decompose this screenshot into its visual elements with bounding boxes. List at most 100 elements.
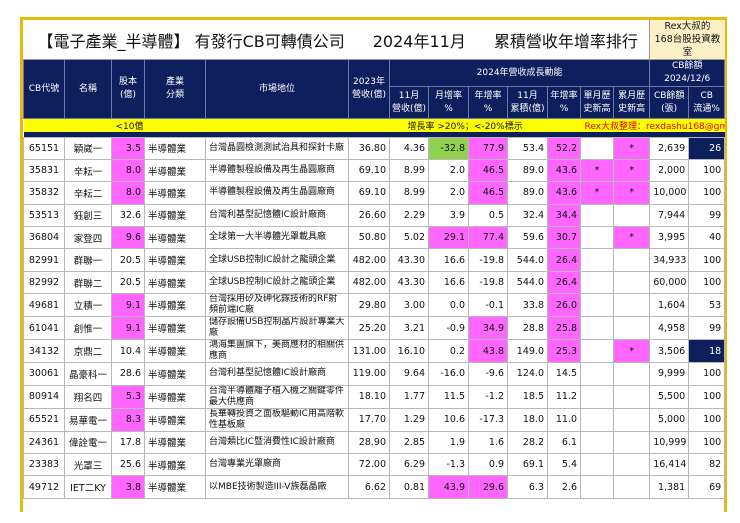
cell-cb-balance: 2,000 (649, 158, 690, 183)
cell-cum-yoy: 43.6 (547, 158, 581, 183)
cell-mom: -0.9 (428, 316, 469, 341)
cell-single-high: * (580, 158, 614, 183)
cell-cum: 53.4 (507, 136, 548, 160)
cell-cb-float: 69 (688, 475, 726, 499)
cell-rev2023: 29.80 (348, 293, 390, 318)
cell-nov-rev: 1.29 (389, 407, 429, 432)
cell-capital: 3.8 (111, 475, 145, 499)
cell-industry: 半導體業 (144, 203, 206, 228)
cell-yoy: 46.5 (468, 158, 508, 183)
cell-capital: 9.6 (111, 226, 145, 250)
cell-cum-high (612, 453, 651, 477)
header-position: 市場地位 (205, 59, 349, 119)
table-row: 80914 翔名四 5.3 半導體業 台灣半導體離子植入機之關鍵零件最大供應商 18.10… (23, 384, 726, 409)
cell-cum-high: * (612, 226, 651, 250)
cell-cum-high (612, 362, 651, 386)
cell-single-high (580, 316, 614, 341)
cell-cum-high (612, 203, 651, 228)
cell-yoy: -9.6 (468, 362, 508, 386)
cell-mom: 10.6 (428, 407, 469, 432)
cell-cum-high (612, 270, 651, 295)
cell-nov-rev: 43.30 (389, 248, 429, 272)
cell-capital: 28.6 (111, 362, 145, 386)
cell-name: 立積一 (64, 293, 112, 318)
cell-single-high (580, 453, 614, 477)
cell-code: 24361 (23, 430, 65, 455)
cell-name: 辛耘一 (64, 158, 112, 183)
cell-name: 穎崴一 (64, 136, 112, 160)
cell-industry: 半導體業 (144, 226, 206, 250)
report-title: 【電子產業_半導體】 有發行CB可轉債公司 2024年11月 累積營收年增率排行 (23, 20, 650, 60)
cell-cb-float: 100 (688, 158, 726, 183)
cell-single-high (580, 475, 614, 499)
cell-rev2023: 482.00 (348, 270, 390, 295)
cell-cum: 59.6 (507, 226, 548, 250)
header-growth-group: 2024年營收成長動能 (388, 59, 651, 87)
cell-name: 創惟一 (64, 316, 112, 341)
cell-single-high (580, 293, 614, 318)
cell-single-high (580, 270, 614, 295)
cell-single-high (580, 203, 614, 228)
cell-position: 台灣半導體離子植入機之關鍵零件最大供應商 (205, 384, 349, 409)
table-row: 49712 IET二KY 3.8 半導體業 以MBE技術製造III-V族磊晶廠 6.62 0… (23, 475, 726, 499)
header-rev2023: 2023年 營收(億) (348, 59, 390, 119)
cell-cum-yoy: 52.2 (547, 136, 581, 160)
cell-cb-balance: 9,999 (649, 362, 690, 386)
cell-industry: 半導體業 (144, 430, 206, 455)
cell-cum: 18.0 (507, 407, 548, 432)
table-row: 23383 光罩三 25.6 半導體業 台灣專業光罩廠商 72.00 6.29 -1.3 0.9… (23, 453, 726, 477)
cell-position: 全球USB控制IC設計之龍頭企業 (205, 248, 349, 272)
cell-cb-float: 100 (688, 362, 726, 386)
cell-cb-balance: 10,000 (649, 181, 690, 205)
cell-industry: 半導體業 (144, 248, 206, 272)
cell-rev2023: 26.60 (348, 203, 390, 228)
cell-yoy: -1.2 (468, 384, 508, 409)
cell-cb-balance: 10,999 (649, 430, 690, 455)
cell-rev2023: 482.00 (348, 248, 390, 272)
cell-code: 35831 (23, 158, 65, 183)
cell-name: 鈺創三 (64, 203, 112, 228)
cell-mom: 3.9 (428, 203, 469, 228)
cell-nov-rev: 8.99 (389, 158, 429, 183)
cell-cb-float: 100 (688, 384, 726, 409)
cell-capital: 32.6 (111, 203, 145, 228)
cell-capital: 25.6 (111, 453, 145, 477)
cell-rev2023: 25.20 (348, 316, 390, 341)
cell-rev2023: 17.70 (348, 407, 390, 432)
header-code: CB代號 (23, 59, 65, 119)
cell-cb-balance: 3,506 (649, 339, 690, 364)
cell-rev2023: 6.62 (348, 475, 390, 499)
table-row: 34132 京鼎二 10.4 半導體業 鴻海集團旗下，美商應材的相關供應商 131.00 1… (23, 339, 726, 364)
cell-industry: 半導體業 (144, 453, 206, 477)
cell-name: 光罩三 (64, 453, 112, 477)
cell-yoy: -17.3 (468, 407, 508, 432)
cell-cum-high (612, 384, 651, 409)
cell-cb-float: 82 (688, 453, 726, 477)
cell-single-high: * (580, 181, 614, 205)
cell-nov-rev: 8.99 (389, 181, 429, 205)
table-row: 82992 群聯二 20.5 半導體業 全球USB控制IC設計之龍頭企業 482.00 43… (23, 270, 726, 295)
cell-industry: 半導體業 (144, 181, 206, 205)
cell-nov-rev: 43.30 (389, 270, 429, 295)
cell-cum-yoy: 14.5 (547, 362, 581, 386)
cell-industry: 半導體業 (144, 407, 206, 432)
cell-mom: -32.8 (428, 136, 469, 160)
cell-mom: 0.0 (428, 293, 469, 318)
cell-rev2023: 36.80 (348, 136, 390, 160)
cell-cum: 18.5 (507, 384, 548, 409)
cell-yoy: 34.9 (468, 316, 508, 341)
table-row: 35831 辛耘一 8.0 半導體業 半導體製程設備及再生晶圓廠商 69.10 8.99 2.… (23, 158, 726, 183)
cell-code: 23383 (23, 453, 65, 477)
cell-cb-float: 100 (688, 407, 726, 432)
cell-cb-float: 100 (688, 181, 726, 205)
cell-position: 儲存設備USB控制晶片設計專業大廠 (205, 316, 349, 341)
table-row: 65521 易華電一 8.3 半導體業 長華轉投資之面板驅動IC用高階軟性基板廠 17.7… (23, 407, 726, 432)
cell-nov-rev: 2.29 (389, 203, 429, 228)
cell-position: 台灣類比IC暨消費性IC設計廠商 (205, 430, 349, 455)
cell-nov-rev: 4.36 (389, 136, 429, 160)
cell-cb-balance: 5,000 (649, 407, 690, 432)
cell-capital: 20.5 (111, 248, 145, 272)
cell-cum-yoy: 2.6 (547, 475, 581, 499)
cell-cb-balance: 1,604 (649, 293, 690, 318)
cell-yoy: 0.9 (468, 453, 508, 477)
